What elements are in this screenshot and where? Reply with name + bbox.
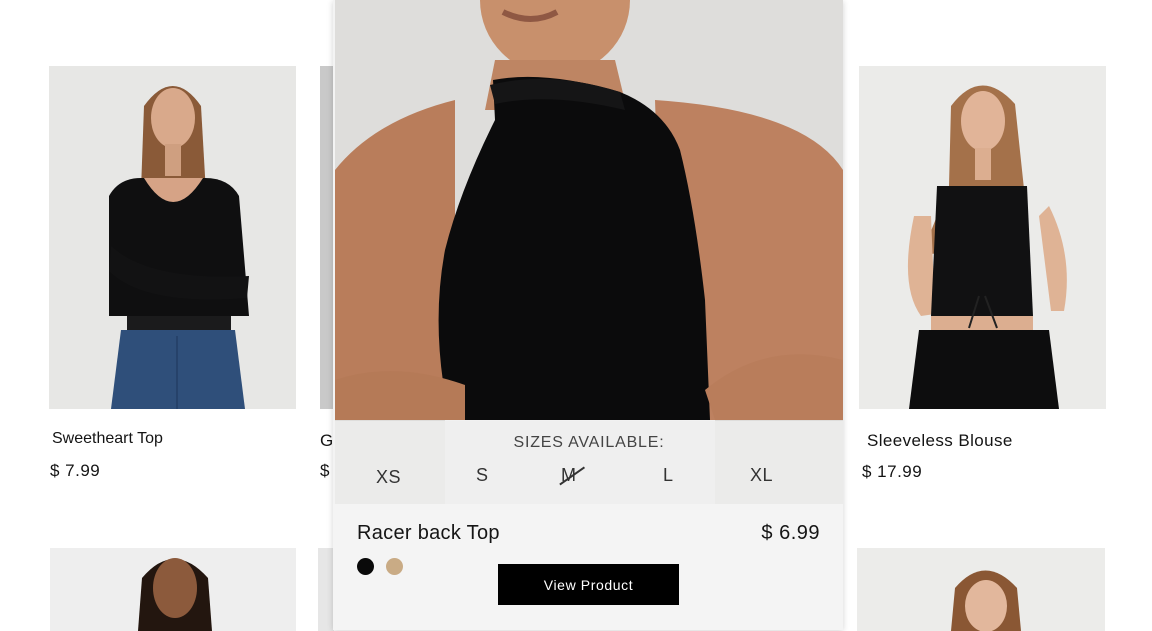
color-swatch-black-icon[interactable] bbox=[357, 558, 374, 575]
featured-product-name[interactable]: Racer back Top bbox=[357, 522, 500, 545]
product-image-partial[interactable] bbox=[318, 548, 334, 631]
sizes-panel: SIZES AVAILABLE: XS S M L XL bbox=[335, 421, 843, 504]
featured-product-card[interactable]: SIZES AVAILABLE: XS S M L XL Racer back … bbox=[333, 0, 843, 630]
product-image-partial[interactable] bbox=[320, 66, 334, 409]
view-product-button[interactable]: View Product bbox=[498, 564, 679, 605]
size-option-l[interactable]: L bbox=[663, 465, 674, 486]
product-price: $ bbox=[320, 461, 330, 480]
product-image-sweetheart-top[interactable] bbox=[49, 66, 296, 409]
product-price: $ 7.99 bbox=[50, 461, 101, 480]
product-name[interactable]: Sweetheart Top bbox=[52, 430, 163, 448]
featured-product-info: Racer back Top $ 6.99 View Product bbox=[333, 504, 843, 630]
product-image[interactable] bbox=[857, 548, 1105, 631]
sizes-available-label: SIZES AVAILABLE: bbox=[513, 434, 665, 451]
product-image-sleeveless-blouse[interactable] bbox=[859, 66, 1106, 409]
featured-product-price: $ 6.99 bbox=[761, 522, 820, 544]
product-name[interactable]: Sleeveless Blouse bbox=[867, 431, 1013, 451]
product-image[interactable] bbox=[50, 548, 296, 631]
product-price: $ 17.99 bbox=[862, 462, 923, 481]
size-option-xl[interactable]: XL bbox=[750, 465, 773, 486]
color-swatch-beige-icon[interactable] bbox=[386, 558, 403, 575]
size-option-xs[interactable]: XS bbox=[376, 467, 401, 488]
product-name[interactable]: G bbox=[320, 431, 333, 451]
size-option-s[interactable]: S bbox=[476, 465, 489, 486]
size-option-m-unavailable: M bbox=[559, 465, 585, 486]
